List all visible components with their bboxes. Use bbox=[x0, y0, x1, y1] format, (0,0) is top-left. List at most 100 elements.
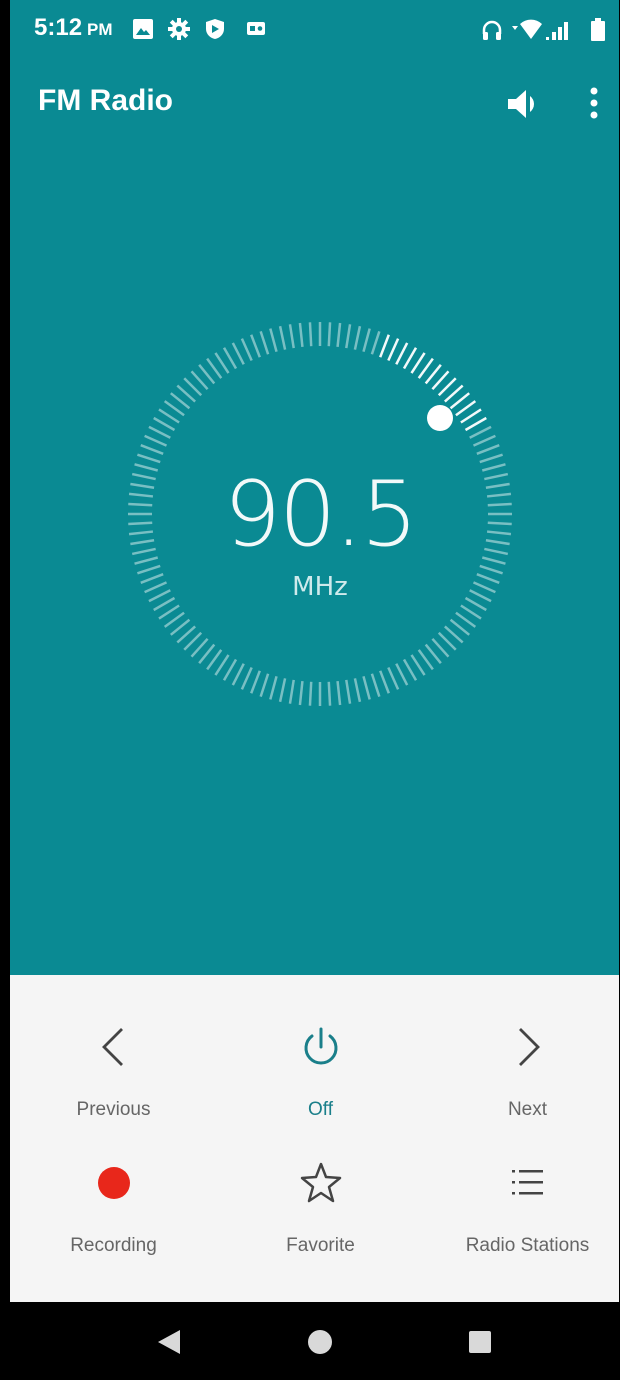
settings-icon bbox=[168, 18, 190, 40]
dial-tick bbox=[298, 680, 304, 706]
dial-tick bbox=[472, 434, 496, 447]
dial-tick bbox=[345, 324, 352, 349]
frequency-unit: MHz bbox=[292, 572, 348, 602]
dial-tick bbox=[137, 453, 161, 464]
fm-radio-screen: 5:12 PM FM Radio 90.5 MHz Previous Off N… bbox=[10, 0, 619, 1380]
navigation-bar bbox=[10, 1302, 619, 1380]
dial-tick bbox=[288, 679, 295, 704]
dial-tick bbox=[231, 342, 245, 365]
dial-tick bbox=[308, 322, 313, 347]
dial-tick bbox=[222, 347, 238, 370]
next-button[interactable]: Next bbox=[426, 1019, 620, 1121]
dial-tick bbox=[345, 679, 352, 704]
dial-tick bbox=[214, 352, 230, 374]
image-icon bbox=[133, 19, 153, 39]
dial-tick bbox=[163, 611, 185, 628]
radio-stations-button[interactable]: Radio Stations bbox=[426, 1155, 620, 1257]
dial-tick bbox=[240, 666, 253, 690]
dial-tick bbox=[379, 670, 390, 694]
dial-tick bbox=[144, 434, 168, 447]
battery-icon bbox=[591, 18, 605, 41]
dial-tick bbox=[460, 604, 482, 620]
recents-icon[interactable] bbox=[460, 1322, 500, 1362]
dial-tick bbox=[455, 400, 477, 417]
headset-icon bbox=[482, 20, 502, 40]
dial-tick bbox=[250, 334, 261, 358]
app-title: FM Radio bbox=[38, 84, 173, 117]
dial-tick bbox=[464, 416, 487, 432]
controls-panel: Previous Off Next Recording Favorite Rad… bbox=[10, 975, 619, 1302]
dial-tick bbox=[479, 453, 503, 464]
dial-tick bbox=[460, 408, 482, 424]
dial-tick bbox=[327, 681, 332, 706]
dial-tick bbox=[370, 331, 381, 355]
shield-icon bbox=[206, 19, 224, 39]
dial-tick bbox=[455, 611, 477, 628]
dial-tick bbox=[402, 658, 418, 681]
dial-tick bbox=[259, 673, 270, 697]
status-bar: 5:12 PM bbox=[10, 0, 619, 60]
dial-tick bbox=[214, 654, 230, 676]
dial-tick bbox=[362, 328, 371, 353]
status-ampm: PM bbox=[87, 20, 113, 39]
dial-tick bbox=[379, 334, 390, 358]
dial-tick bbox=[148, 425, 171, 439]
record-icon bbox=[97, 1167, 130, 1199]
dial-tick bbox=[387, 338, 400, 362]
dial-tick bbox=[222, 658, 238, 681]
dial-tick bbox=[231, 663, 245, 686]
dial-tick bbox=[410, 352, 426, 374]
dial-tick bbox=[476, 444, 500, 455]
off-label: Off bbox=[308, 1099, 333, 1120]
dial-tick bbox=[336, 322, 342, 348]
dial-tick bbox=[308, 681, 313, 706]
next-label: Next bbox=[507, 1099, 548, 1120]
status-clock: 5:12 bbox=[34, 14, 83, 41]
dial-tick bbox=[417, 649, 434, 671]
dial-tick bbox=[395, 663, 409, 686]
dial-tick bbox=[327, 322, 332, 347]
list-icon bbox=[511, 1170, 543, 1195]
status-time: 5:12 PM bbox=[34, 14, 113, 42]
wifi-icon bbox=[512, 19, 542, 39]
dial-tick bbox=[158, 408, 180, 424]
chevron-left-icon bbox=[101, 1028, 123, 1066]
radio-stations-label: Radio Stations bbox=[465, 1235, 590, 1256]
recording-button[interactable]: Recording bbox=[12, 1155, 215, 1257]
previous-button[interactable]: Previous bbox=[12, 1019, 215, 1121]
dial-tick bbox=[353, 678, 362, 703]
dial-tick bbox=[153, 416, 176, 432]
dial-tick bbox=[269, 328, 278, 353]
power-icon bbox=[304, 1027, 337, 1065]
dial-knob[interactable] bbox=[427, 405, 453, 431]
dial-tick bbox=[410, 654, 426, 676]
dial-tick bbox=[298, 322, 304, 348]
power-off-button[interactable]: Off bbox=[219, 1019, 422, 1121]
back-icon[interactable] bbox=[150, 1322, 190, 1362]
favorite-button[interactable]: Favorite bbox=[219, 1155, 422, 1257]
dial-tick bbox=[387, 666, 400, 690]
speaker-icon[interactable] bbox=[504, 84, 544, 124]
signal-icon bbox=[546, 22, 568, 40]
dial-tick bbox=[158, 604, 180, 620]
dial-tick bbox=[469, 425, 492, 439]
dial-tick bbox=[163, 400, 185, 417]
dial-tick bbox=[206, 649, 223, 671]
dial-tick bbox=[395, 342, 409, 365]
dial-tick bbox=[140, 444, 164, 455]
dial-tick bbox=[288, 324, 295, 349]
dial-tick bbox=[336, 680, 342, 706]
dial-tick bbox=[278, 678, 287, 703]
favorite-label: Favorite bbox=[286, 1235, 355, 1256]
dial-tick bbox=[259, 331, 270, 355]
star-icon bbox=[300, 1162, 341, 1203]
dial-tick bbox=[240, 338, 253, 362]
frequency-display: 90.5 bbox=[223, 462, 418, 567]
dial-tick bbox=[206, 357, 223, 379]
recording-label: Recording bbox=[70, 1235, 157, 1256]
previous-label: Previous bbox=[76, 1099, 151, 1120]
dial-tick bbox=[269, 675, 278, 700]
home-icon[interactable] bbox=[300, 1322, 340, 1362]
more-vert-icon[interactable] bbox=[576, 84, 616, 124]
radio-icon bbox=[247, 22, 265, 35]
